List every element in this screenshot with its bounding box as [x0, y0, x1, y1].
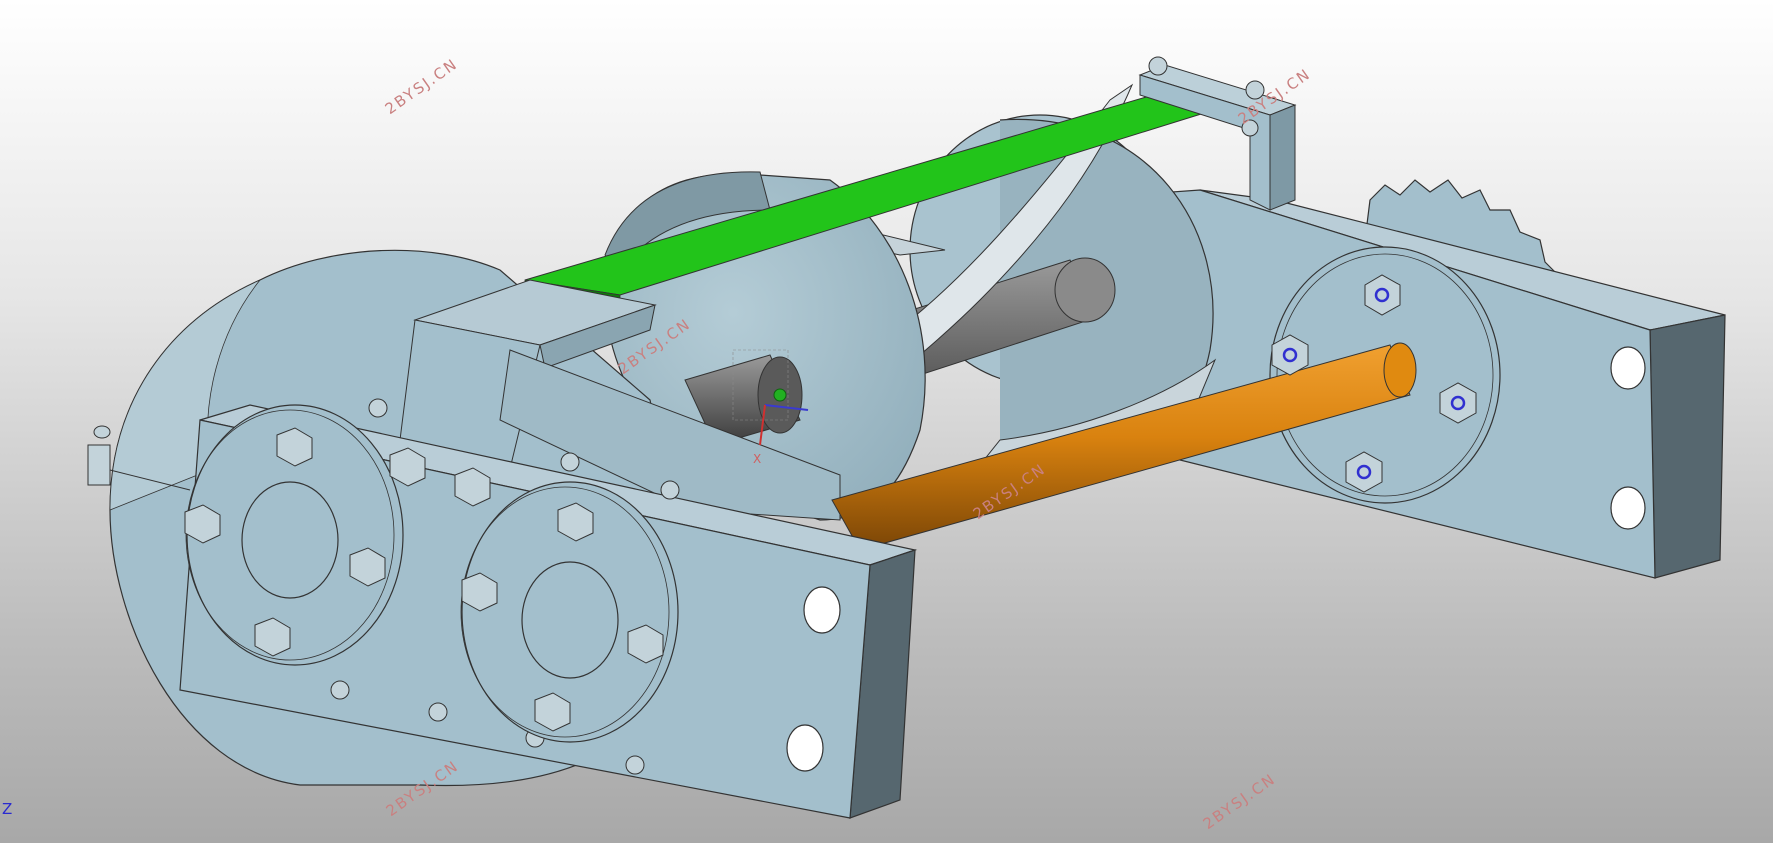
left-flange-1 [184, 404, 404, 666]
left-flange-2 [460, 481, 679, 743]
triad-x-label: X [753, 452, 762, 466]
3d-viewport[interactable]: 2BYSJ.CN 2BYSJ.CN 2BYSJ.CN 2BYSJ.CN 2BYS… [0, 0, 1773, 843]
axis-indicator-z: Z [2, 800, 13, 818]
cad-model [87, 56, 1726, 819]
side-bolt [87, 425, 111, 486]
